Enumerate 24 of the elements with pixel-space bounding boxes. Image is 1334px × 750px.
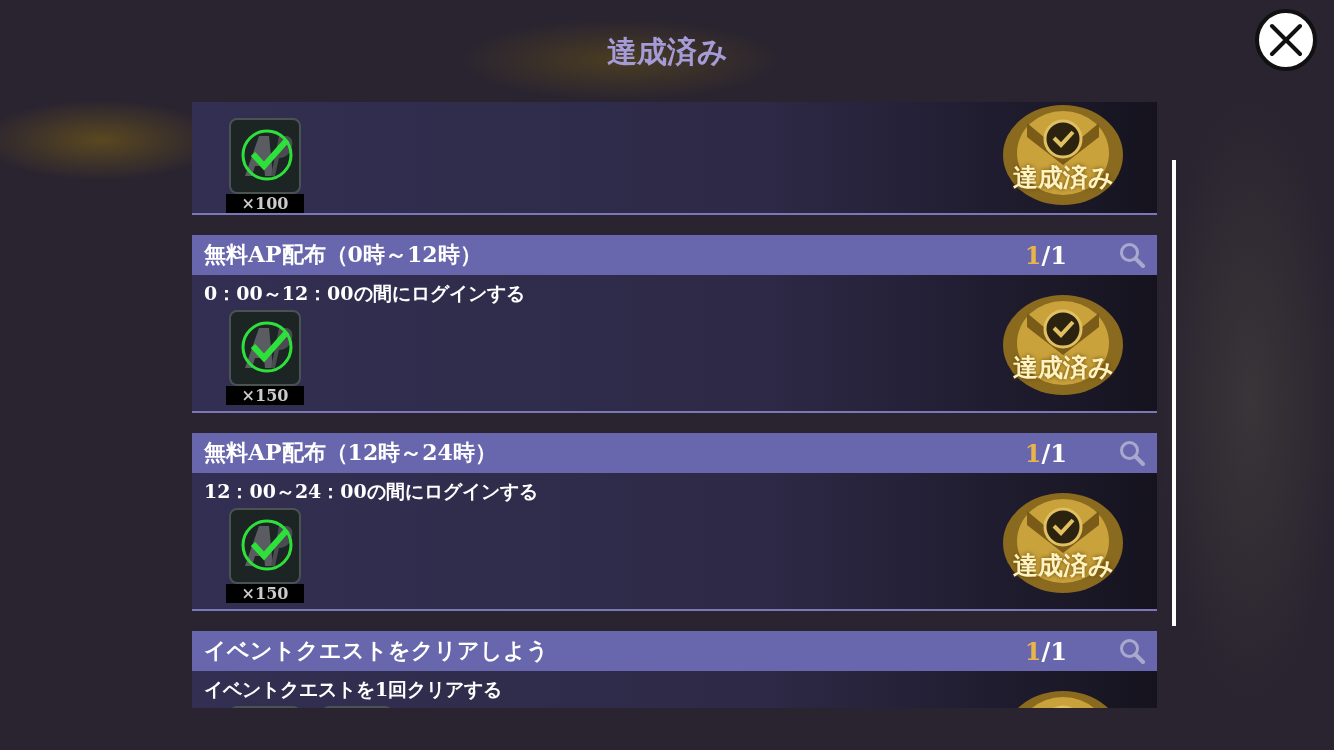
mission-title: 無料AP配布（12時～24時） <box>204 438 498 467</box>
reward-count: ×150 <box>226 584 304 603</box>
completed-label: 達成済み <box>1012 161 1114 194</box>
ap-item-icon <box>229 508 301 584</box>
mission-description: 0：00～12：00の間にログインする <box>204 281 525 305</box>
mission-description: 12：00～24：00の間にログインする <box>204 479 538 503</box>
search-button[interactable] <box>1119 638 1145 664</box>
close-icon <box>1268 22 1304 58</box>
completed-label: 達成済み <box>1012 549 1114 582</box>
ap-item-icon <box>229 118 301 194</box>
reward-count: ×150 <box>226 386 304 405</box>
completed-label: 達成済み <box>1012 351 1114 384</box>
scrollbar[interactable] <box>1172 160 1176 626</box>
search-button[interactable] <box>1119 242 1145 268</box>
mission-description: イベントクエストを1回クリアする <box>204 677 503 701</box>
progress-count: 1/1 <box>1024 438 1067 468</box>
dialog-title: 達成済み <box>606 33 728 71</box>
reward-count: ×100 <box>226 194 304 213</box>
ap-item-icon <box>229 310 301 386</box>
mission-title: イベントクエストをクリアしよう <box>204 636 550 665</box>
progress-count: 1/1 <box>1024 636 1067 666</box>
progress-count: 1/1 <box>1024 240 1067 270</box>
mission-title: 無料AP配布（0時～12時） <box>204 240 483 269</box>
search-button[interactable] <box>1119 440 1145 466</box>
